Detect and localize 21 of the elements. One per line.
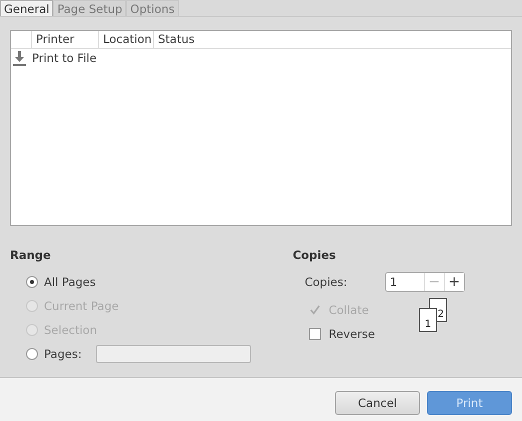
cancel-button[interactable]: Cancel — [335, 390, 420, 414]
radio-label[interactable]: All Pages — [44, 275, 96, 289]
collate-pages-drawing: 2 1 — [418, 298, 449, 334]
radio-button[interactable] — [26, 276, 38, 288]
checkbox[interactable] — [308, 328, 321, 340]
pages-field[interactable] — [96, 345, 251, 363]
radio-label[interactable]: Pages: — [44, 347, 82, 361]
section-title: Copies — [292, 248, 337, 264]
copies-value: 1 — [388, 274, 398, 291]
tab[interactable]: General — [0, 0, 54, 16]
column-header[interactable]: Printer — [32, 31, 99, 48]
printer-name[interactable]: Print to File — [32, 50, 97, 66]
column-header[interactable]: Status — [154, 31, 199, 48]
download-icon — [13, 50, 26, 66]
increment-button[interactable]: + — [444, 273, 464, 291]
radio-button[interactable] — [26, 348, 38, 360]
checkbox-label[interactable]: Reverse — [328, 327, 375, 341]
column-header[interactable]: Location — [99, 31, 154, 48]
copies-spinner[interactable]: 1 − + — [384, 272, 465, 292]
copies-label: Copies: — [304, 275, 348, 289]
section-title: Range — [10, 248, 52, 264]
